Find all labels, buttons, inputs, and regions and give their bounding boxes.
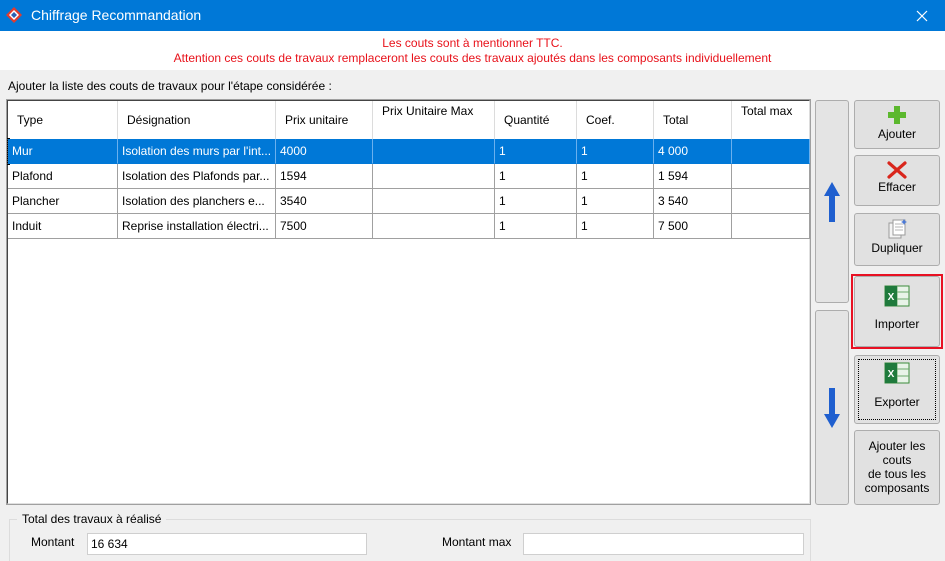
montant-max-field[interactable] — [523, 533, 804, 555]
cell-prix-unitaire-max[interactable] — [373, 214, 495, 239]
cell-designation[interactable]: Reprise installation électri... — [118, 214, 276, 239]
cell-total-max[interactable] — [732, 164, 810, 189]
arrow-up-icon — [824, 181, 840, 222]
totals-group-title: Total des travaux à réalisé — [17, 512, 167, 526]
copy-icon — [888, 219, 907, 239]
effacer-button[interactable]: Effacer — [854, 155, 940, 206]
red-x-icon — [887, 161, 907, 179]
effacer-label: Effacer — [878, 180, 916, 194]
cell-prix-unitaire[interactable]: 4000 — [276, 139, 373, 164]
cell-designation[interactable]: Isolation des Plafonds par... — [118, 164, 276, 189]
focus-indicator — [858, 359, 936, 420]
col-header-quantite[interactable]: Quantité — [495, 101, 577, 139]
col-header-total[interactable]: Total — [654, 101, 732, 139]
cell-total[interactable]: 1 594 — [654, 164, 732, 189]
cell-quantite[interactable]: 1 — [495, 164, 577, 189]
ajouter-couts-line4: composants — [864, 481, 930, 495]
cell-prix-unitaire-max[interactable] — [373, 189, 495, 214]
ajouter-couts-composants-button[interactable]: Ajouter les couts de tous les composants — [854, 430, 940, 505]
montant-max-label: Montant max — [442, 535, 512, 549]
cell-total[interactable]: 7 500 — [654, 214, 732, 239]
warning-line-replace: Attention ces couts de travaux remplacer… — [173, 51, 772, 65]
window-title: Chiffrage Recommandation — [31, 7, 202, 23]
warning-line-ttc: Les couts sont à mentionner TTC. — [382, 36, 563, 50]
ajouter-couts-line2: couts — [882, 453, 912, 467]
cell-prix-unitaire-max[interactable] — [373, 164, 495, 189]
title-bar: Chiffrage Recommandation — [0, 0, 945, 31]
cell-quantite[interactable]: 1 — [495, 139, 577, 164]
col-header-prix-unitaire[interactable]: Prix unitaire — [276, 101, 373, 139]
ajouter-couts-line3: de tous les — [867, 467, 927, 481]
cell-designation[interactable]: Isolation des planchers e... — [118, 189, 276, 214]
col-header-total-max[interactable]: Total max — [732, 101, 810, 139]
highlight-importer — [851, 274, 943, 349]
cell-total[interactable]: 3 540 — [654, 189, 732, 214]
arrow-down-icon — [824, 387, 840, 428]
cell-type[interactable]: Induit — [8, 214, 118, 239]
warning-message: Les couts sont à mentionner TTC. Attenti… — [0, 31, 945, 70]
dupliquer-button[interactable]: Dupliquer — [854, 213, 940, 266]
dupliquer-label: Dupliquer — [871, 241, 923, 255]
cell-prix-unitaire[interactable]: 1594 — [276, 164, 373, 189]
cell-total-max[interactable] — [732, 189, 810, 214]
move-up-button[interactable] — [815, 100, 849, 303]
cell-quantite[interactable]: 1 — [495, 189, 577, 214]
list-caption: Ajouter la liste des couts de travaux po… — [8, 79, 332, 93]
montant-field[interactable]: 16 634 — [87, 533, 367, 555]
cell-coef[interactable]: 1 — [577, 214, 654, 239]
cell-type[interactable]: Plafond — [8, 164, 118, 189]
cell-prix-unitaire-max[interactable] — [373, 139, 495, 164]
cell-coef[interactable]: 1 — [577, 189, 654, 214]
cell-total-max[interactable] — [732, 214, 810, 239]
cell-prix-unitaire[interactable]: 3540 — [276, 189, 373, 214]
cell-coef[interactable]: 1 — [577, 164, 654, 189]
ajouter-couts-line1: Ajouter les — [868, 439, 926, 453]
col-header-designation[interactable]: Désignation — [118, 101, 276, 139]
costs-grid[interactable]: Type Désignation Prix unitaire Prix Unit… — [6, 99, 811, 505]
cell-quantite[interactable]: 1 — [495, 214, 577, 239]
cell-total-max[interactable] — [732, 139, 810, 164]
ajouter-label: Ajouter — [877, 127, 917, 141]
cell-type[interactable]: Mur — [8, 139, 118, 164]
col-header-prix-unitaire-max[interactable]: Prix Unitaire Max — [373, 101, 495, 139]
exporter-button[interactable]: X Exporter — [854, 355, 940, 424]
close-button[interactable] — [899, 0, 945, 31]
cell-prix-unitaire[interactable]: 7500 — [276, 214, 373, 239]
plus-icon — [888, 106, 906, 124]
cell-coef[interactable]: 1 — [577, 139, 654, 164]
cell-designation[interactable]: Isolation des murs par l'int... — [118, 139, 276, 164]
cell-type[interactable]: Plancher — [8, 189, 118, 214]
app-logo-icon — [6, 7, 22, 23]
cell-total[interactable]: 4 000 — [654, 139, 732, 164]
col-header-type[interactable]: Type — [8, 101, 118, 139]
montant-label: Montant — [31, 535, 75, 549]
move-down-button[interactable] — [815, 310, 849, 505]
close-icon — [916, 10, 928, 21]
col-header-coef[interactable]: Coef. — [577, 101, 654, 139]
ajouter-button[interactable]: Ajouter — [854, 100, 940, 149]
